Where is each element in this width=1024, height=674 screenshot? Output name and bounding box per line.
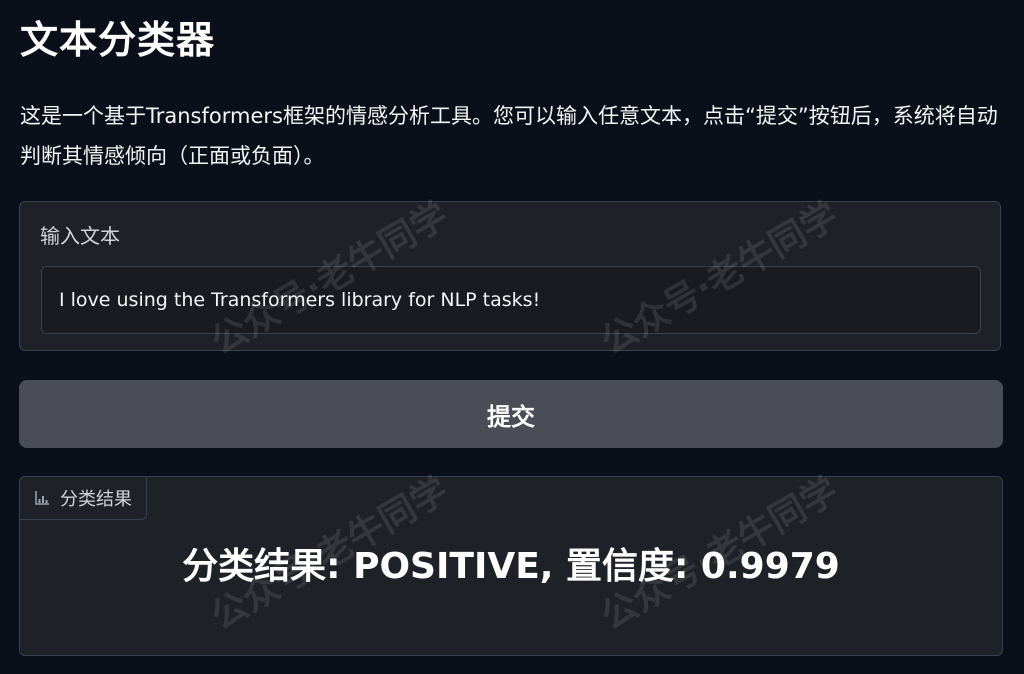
text-input[interactable] [41,266,981,334]
submit-button[interactable]: 提交 [19,380,1003,448]
input-label: 输入文本 [40,224,120,248]
page-description: 这是一个基于Transformers框架的情感分析工具。您可以输入任意文本，点击… [20,104,998,168]
input-panel: 输入文本 [19,201,1001,351]
page-title: 文本分类器 [20,18,216,62]
output-panel: 分类结果 分类结果: POSITIVE, 置信度: 0.9979 [19,476,1003,656]
classification-result: 分类结果: POSITIVE, 置信度: 0.9979 [182,546,840,587]
output-label: 分类结果 [60,489,132,510]
bar-chart-icon [35,491,49,505]
output-label-tag: 分类结果 [19,476,147,520]
